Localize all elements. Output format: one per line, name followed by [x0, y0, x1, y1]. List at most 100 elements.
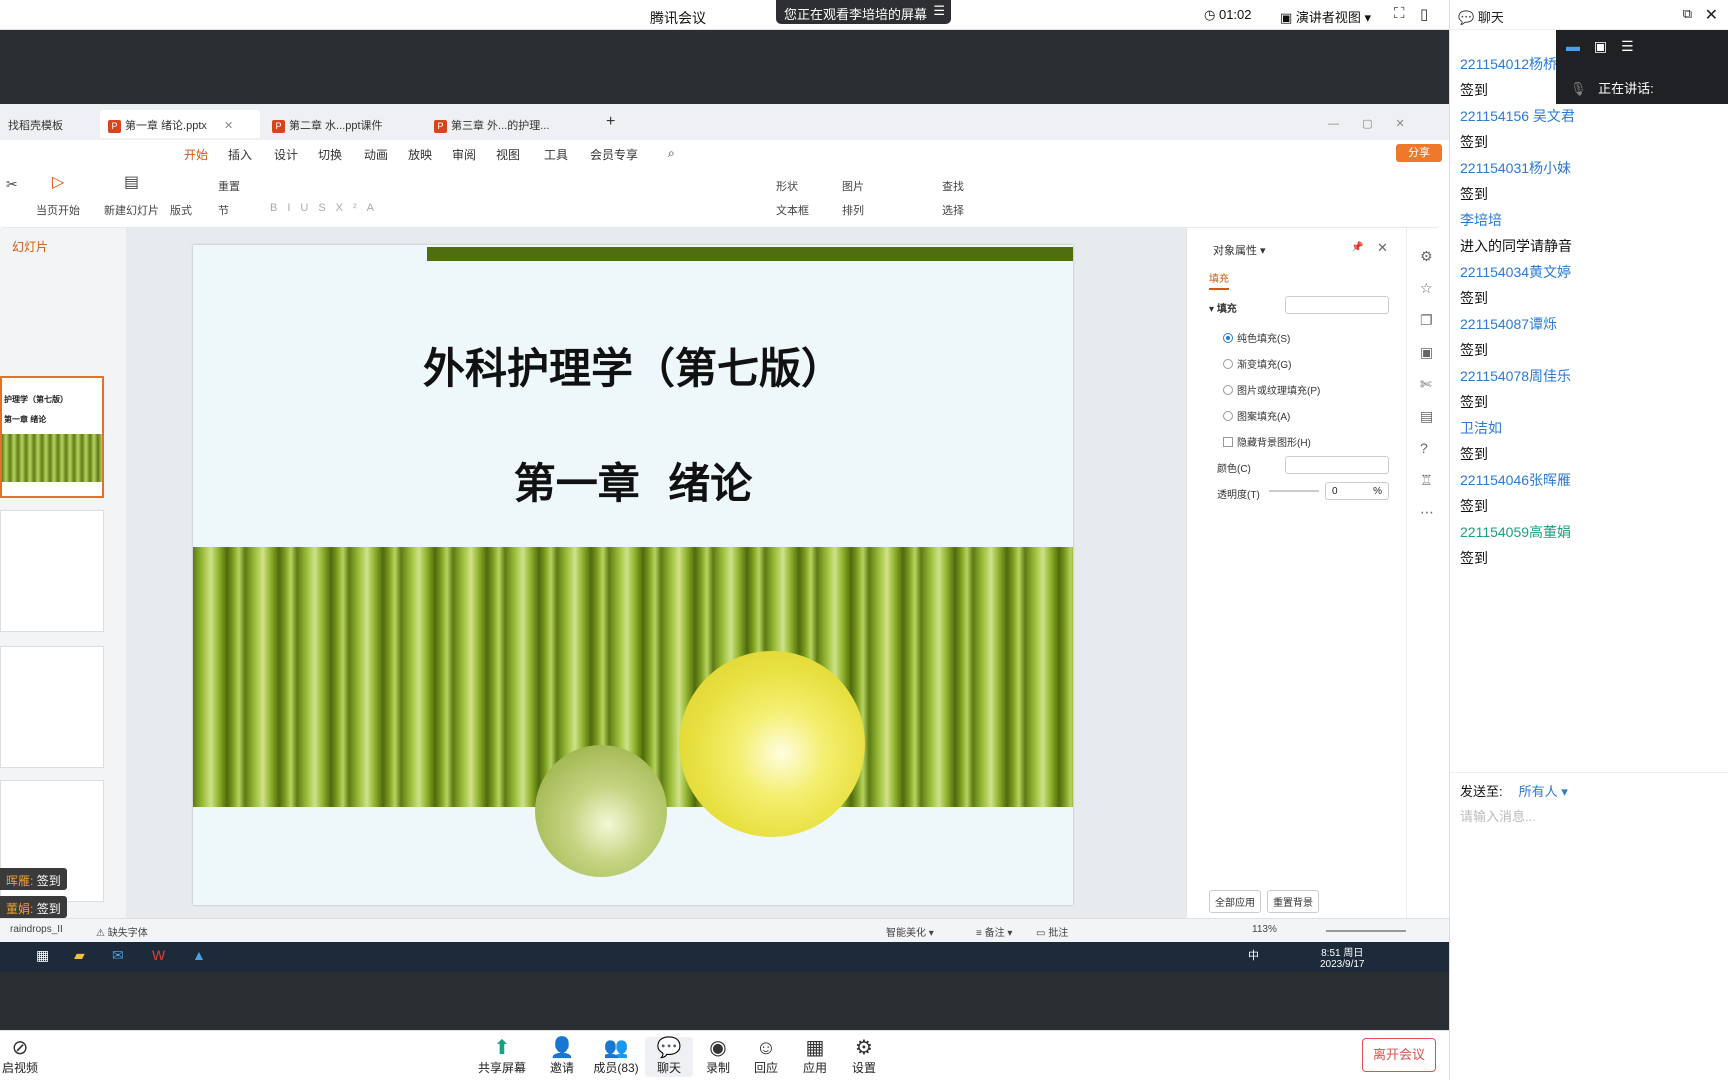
leave-meeting-button[interactable]: 离开会议: [1362, 1038, 1436, 1072]
settings-button[interactable]: ⚙ 设置: [840, 1037, 888, 1076]
props-header[interactable]: 对象属性 ▾: [1213, 242, 1266, 258]
chat-sender[interactable]: 李培培: [1460, 210, 1502, 230]
radio-gradient[interactable]: [1223, 359, 1233, 369]
hide-bg-checkbox[interactable]: 隐藏背景图形(H): [1223, 434, 1311, 449]
mail-icon[interactable]: ✉: [112, 947, 124, 964]
chat-button[interactable]: 💬 聊天: [645, 1037, 693, 1077]
menu-item[interactable]: 插入: [228, 146, 252, 163]
apply-all-button[interactable]: 全部应用: [1209, 890, 1261, 913]
menu-item[interactable]: 会员专享: [590, 146, 638, 163]
window-icon[interactable]: ▣: [1594, 38, 1607, 54]
option-pattern[interactable]: 图案填充(A): [1223, 408, 1290, 423]
picture-button[interactable]: 图片: [842, 178, 864, 194]
slide-title[interactable]: 外科护理学（第七版）: [193, 335, 1073, 396]
list-icon[interactable]: ☰: [1621, 38, 1634, 54]
notes-button[interactable]: ≡ 备注 ▾: [976, 924, 1012, 939]
fill-dropdown[interactable]: [1285, 296, 1389, 314]
arrange-button[interactable]: 排列: [842, 202, 864, 218]
menu-item[interactable]: 工具: [544, 146, 568, 163]
slide-thumbnail[interactable]: [0, 646, 104, 768]
option-gradient[interactable]: 渐变填充(G): [1223, 356, 1291, 371]
menu-item[interactable]: 视图: [496, 146, 520, 163]
menu-item[interactable]: 动画: [364, 146, 388, 163]
popout-icon[interactable]: ⧉: [1683, 6, 1692, 22]
ime-indicator[interactable]: 中: [1248, 947, 1259, 963]
taskbar-clock[interactable]: 8:51 周日 2023/9/17: [1320, 944, 1365, 970]
cut-icon[interactable]: ✂: [6, 176, 18, 193]
transparency-input[interactable]: 0%: [1325, 482, 1389, 500]
section-button[interactable]: 节: [218, 202, 229, 218]
wps-icon[interactable]: W: [152, 947, 165, 963]
chat-sender[interactable]: 221154012杨桥: [1460, 54, 1557, 74]
chat-sender[interactable]: 221154031杨小妹: [1460, 158, 1571, 178]
presenter-view-dropdown[interactable]: ▣ 演讲者视图 ▾: [1280, 7, 1371, 26]
reply-button[interactable]: ☺ 回应: [742, 1037, 790, 1076]
photos-icon[interactable]: ▲: [192, 947, 206, 963]
tab-chapter1[interactable]: P 第一章 绪论.pptx ✕: [100, 110, 260, 138]
minimize-icon[interactable]: —: [1328, 118, 1339, 130]
close-icon[interactable]: ✕: [1705, 5, 1718, 25]
help-icon[interactable]: ?: [1420, 440, 1428, 456]
menu-item[interactable]: 开始: [184, 146, 209, 168]
current-slide[interactable]: 外科护理学（第七版） 第一章 绪论: [193, 245, 1073, 905]
missing-font-button[interactable]: ⚠ 缺失字体: [96, 924, 148, 939]
reset-button[interactable]: 重置: [218, 178, 240, 194]
slide-subtitle[interactable]: 第一章 绪论: [193, 450, 1073, 511]
chat-sender[interactable]: 卫洁如: [1460, 418, 1502, 438]
sidebar-toggle-icon[interactable]: ▯: [1420, 5, 1428, 23]
menu-item[interactable]: 设计: [274, 146, 298, 163]
video-button[interactable]: ⊘ 启视频: [0, 1037, 44, 1076]
banner-menu-icon[interactable]: ☰: [933, 3, 945, 19]
close-icon[interactable]: ✕: [1396, 118, 1405, 130]
slide-canvas[interactable]: 外科护理学（第七版） 第一章 绪论: [126, 228, 1186, 918]
send-to-dropdown[interactable]: 所有人 ▾: [1511, 784, 1568, 799]
minimize-icon[interactable]: ▬: [1566, 38, 1580, 54]
viewing-banner[interactable]: 您正在观看李培培的屏幕 ☰: [776, 0, 951, 24]
properties-icon[interactable]: ⚙: [1420, 248, 1433, 265]
radio-picture[interactable]: [1223, 385, 1233, 395]
chat-sender[interactable]: 221154046张晖雁: [1460, 470, 1571, 490]
comments-button[interactable]: ▭ 批注: [1036, 924, 1068, 939]
transparency-slider[interactable]: [1269, 490, 1319, 492]
option-picture[interactable]: 图片或纹理填充(P): [1223, 382, 1320, 397]
find-button[interactable]: 查找: [942, 178, 964, 194]
from-current-button[interactable]: 当页开始: [36, 202, 80, 218]
slide-thumbnail[interactable]: 护理学（第七版） 第一章 绪论: [0, 376, 104, 498]
layout-button[interactable]: 版式: [170, 202, 192, 218]
record-button[interactable]: ◉ 录制: [694, 1037, 742, 1076]
book-icon[interactable]: ▤: [1420, 408, 1433, 425]
beautify-button[interactable]: 智能美化 ▾: [886, 924, 934, 939]
fullscreen-icon[interactable]: ⛶: [1394, 5, 1405, 22]
close-icon[interactable]: ✕: [1377, 240, 1388, 256]
search-icon[interactable]: ⌕: [668, 146, 675, 161]
tab-chapter3[interactable]: P 第三章 外...的护理...: [426, 110, 576, 138]
color-dropdown[interactable]: [1285, 456, 1389, 474]
tab-template[interactable]: 找稻壳模板: [0, 110, 71, 138]
invite-button[interactable]: 👤 邀请: [538, 1037, 586, 1076]
chat-sender[interactable]: 221154087谭烁: [1460, 314, 1557, 334]
close-icon[interactable]: ✕: [224, 120, 233, 132]
fill-section[interactable]: ▾ 填充: [1209, 300, 1237, 315]
folder-icon[interactable]: ▰: [74, 947, 85, 964]
slide-thumbnail[interactable]: [0, 510, 104, 632]
pin-icon[interactable]: 📌: [1351, 242, 1363, 253]
menu-item[interactable]: 审阅: [452, 146, 476, 163]
radio-solid[interactable]: [1223, 333, 1233, 343]
tab-fill[interactable]: 填充: [1209, 270, 1229, 290]
font-format-buttons[interactable]: BIUSX²A: [270, 202, 384, 214]
share-screen-button[interactable]: ⬆ 共享屏幕: [474, 1037, 530, 1076]
maximize-icon[interactable]: ▢: [1362, 118, 1372, 130]
option-solid[interactable]: 纯色填充(S): [1223, 330, 1290, 345]
tools-icon[interactable]: ✄: [1420, 376, 1432, 393]
apps-button[interactable]: ▦ 应用: [791, 1037, 839, 1076]
members-button[interactable]: 👥 成员(83): [588, 1037, 644, 1076]
tab-chapter2[interactable]: P 第二章 水...ppt课件: [264, 110, 414, 138]
menu-item[interactable]: 切换: [318, 146, 342, 163]
new-slide-button[interactable]: 新建幻灯片: [104, 202, 159, 218]
menu-item[interactable]: 放映: [408, 146, 432, 163]
textbox-button[interactable]: 文本框: [776, 202, 809, 218]
shirt-icon[interactable]: ♖: [1420, 472, 1433, 489]
checkbox-box[interactable]: [1223, 437, 1233, 447]
new-slide-icon[interactable]: ▤: [124, 172, 139, 192]
chat-sender[interactable]: 221154156 吴文君: [1460, 106, 1575, 126]
